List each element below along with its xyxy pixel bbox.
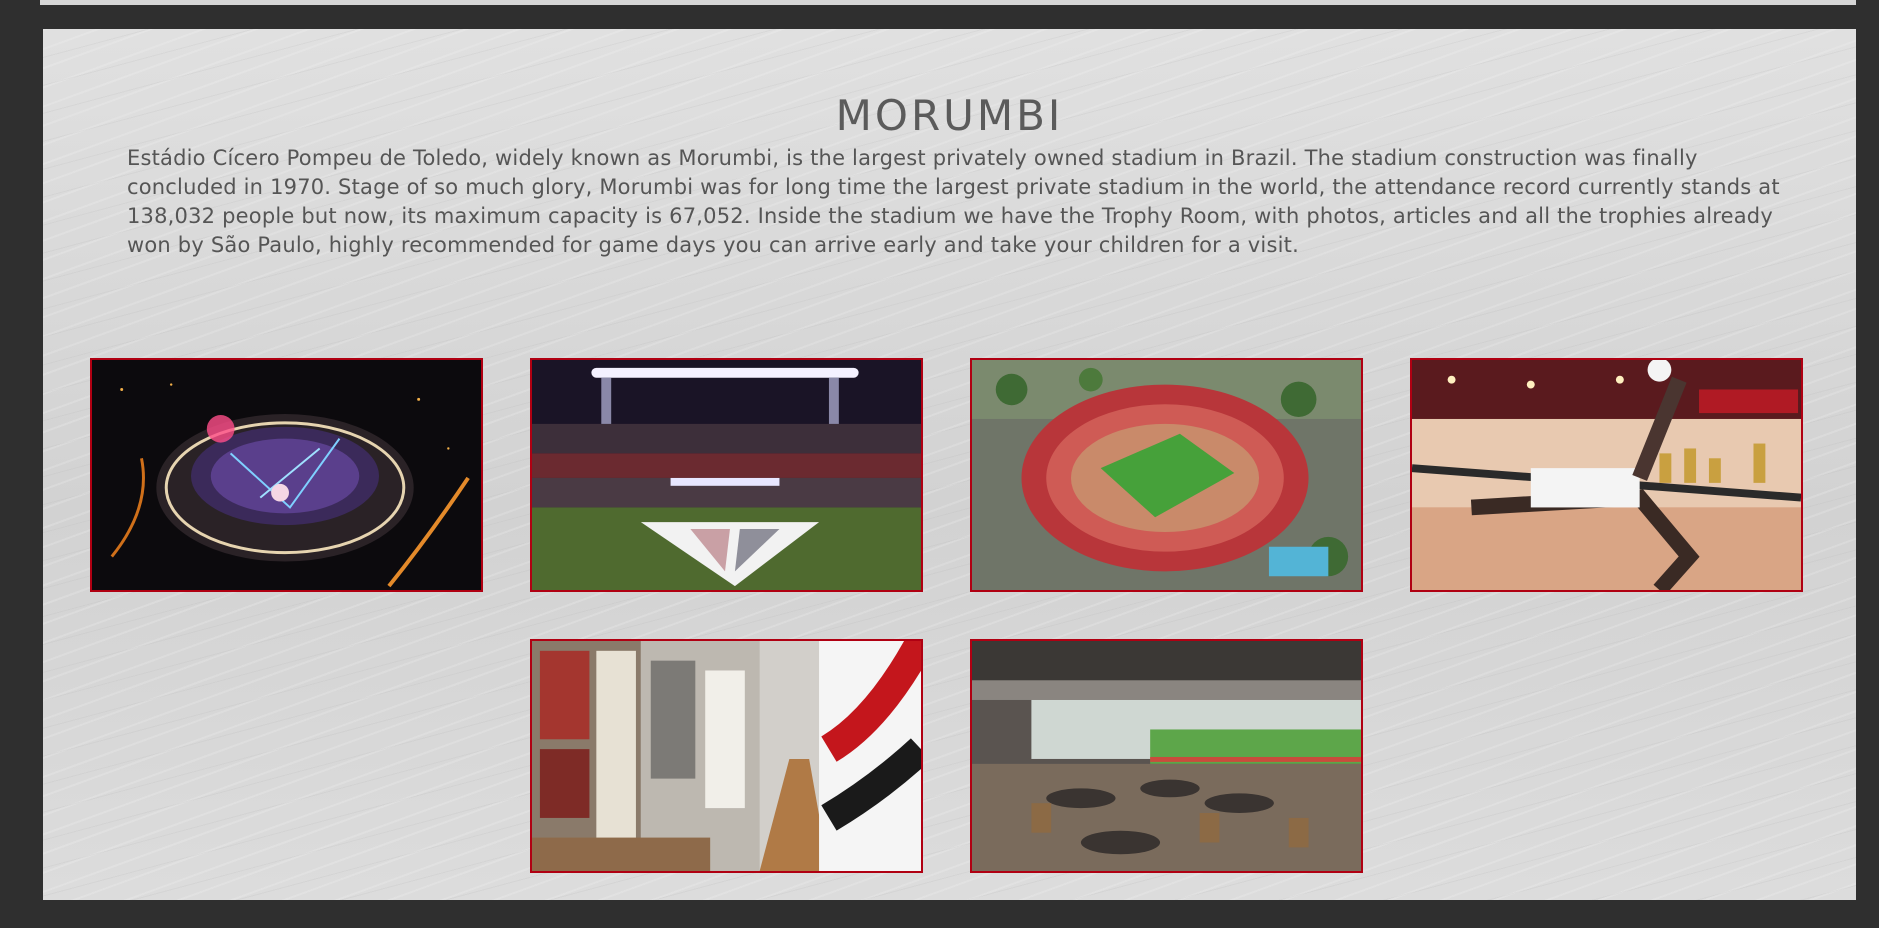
restaurant-image — [972, 641, 1361, 871]
stadium-aerial-image — [972, 360, 1361, 590]
gallery-photo-stadium-floodlights[interactable] — [530, 358, 923, 592]
stadium-floodlights-image — [532, 360, 921, 590]
section-title: MORUMBI — [835, 91, 1064, 140]
gallery-photo-restaurant[interactable] — [970, 639, 1363, 873]
gallery-photo-stadium-aerial[interactable] — [970, 358, 1363, 592]
gallery-photo-stadium-night[interactable] — [90, 358, 483, 592]
newspaper-corridor-image — [532, 641, 921, 871]
gallery-photo-newspaper-corridor[interactable] — [530, 639, 923, 873]
stadium-night-image — [92, 360, 481, 590]
top-divider-strip — [40, 0, 1856, 5]
morumbi-section: MORUMBI Estádio Cícero Pompeu de Toledo,… — [43, 29, 1856, 900]
trophy-room-image — [1412, 360, 1801, 590]
gallery-photo-trophy-room[interactable] — [1410, 358, 1803, 592]
section-description: Estádio Cícero Pompeu de Toledo, widely … — [127, 146, 1780, 257]
